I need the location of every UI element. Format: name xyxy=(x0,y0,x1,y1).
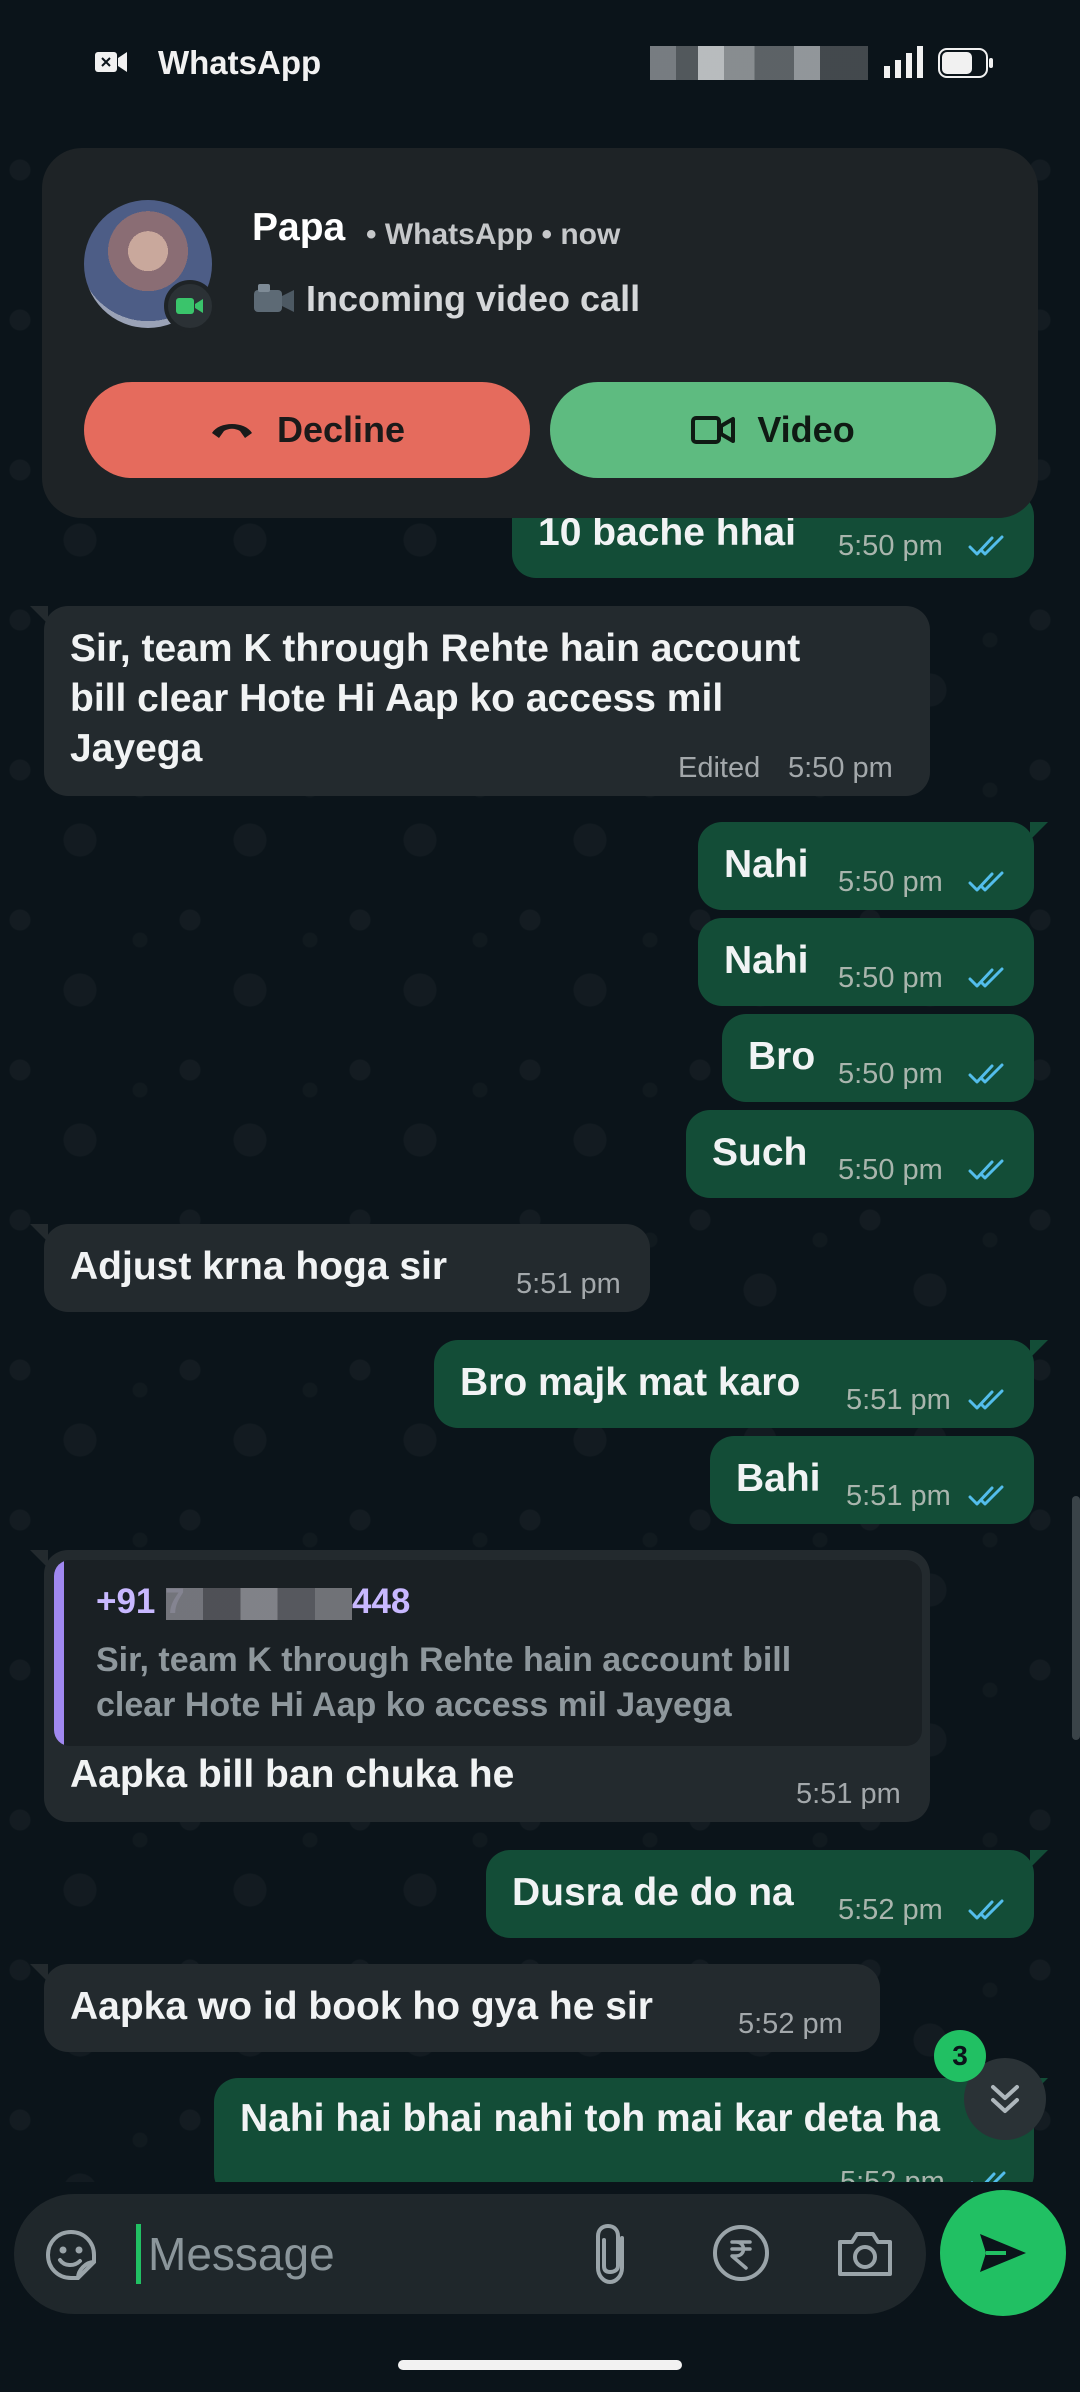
quote-sender-suffix: 448 xyxy=(352,1582,411,1621)
message-clip: Nahi hai bhai nahi toh mai kar deta ha 5… xyxy=(0,2078,1080,2182)
home-indicator[interactable] xyxy=(398,2360,682,2370)
video-badge-icon xyxy=(164,280,216,332)
paperclip-icon[interactable] xyxy=(586,2222,642,2286)
message-outgoing[interactable]: Bro majk mat karo 5:51 pm xyxy=(434,1340,1048,1428)
read-ticks-icon xyxy=(968,1063,1004,1084)
read-ticks-icon xyxy=(970,2171,1006,2182)
message-incoming[interactable]: Aapka wo id book ho gya he sir 5:52 pm xyxy=(30,1964,880,2052)
message-incoming[interactable]: Sir, team K through Rehte hain account b… xyxy=(30,606,930,796)
video-camera-emoji-icon xyxy=(254,284,294,312)
scrollbar-thumb[interactable] xyxy=(1072,1496,1080,1740)
message-time: 5:51 pm xyxy=(846,1384,951,1416)
message-time: 5:51 pm xyxy=(516,1268,621,1300)
unread-count-badge: 3 xyxy=(934,2030,986,2082)
status-app-name: WhatsApp xyxy=(158,44,322,81)
message-time: 5:52 pm xyxy=(840,2166,945,2182)
notification-body-text: Incoming video call xyxy=(306,278,641,319)
message-time: 5:51 pm xyxy=(846,1480,951,1512)
status-bar: WhatsApp xyxy=(0,0,1080,130)
message-text: Nahi xyxy=(724,939,809,982)
decline-button[interactable]: Decline xyxy=(84,382,530,478)
incoming-call-notification[interactable]: Papa • WhatsApp • now Incoming video cal… xyxy=(42,148,1038,518)
message-line: bill clear Hote Hi Aap ko access mil xyxy=(70,677,724,720)
text-caret xyxy=(136,2224,141,2284)
message-text: Bahi xyxy=(736,1457,821,1500)
notification-meta: • WhatsApp • now xyxy=(366,218,621,251)
message-text: Aapka bill ban chuka he xyxy=(70,1753,515,1796)
message-outgoing[interactable]: Nahi 5:50 pm xyxy=(698,918,1034,1006)
camera-icon[interactable] xyxy=(836,2226,894,2280)
quote-sender-redacted xyxy=(166,1588,352,1620)
quote-line: clear Hote Hi Aap ko access mil Jayega xyxy=(96,1686,732,1724)
message-time: 5:52 pm xyxy=(738,2008,843,2040)
caller-name: Papa xyxy=(252,206,346,249)
signal-icon xyxy=(884,46,923,78)
video-icon xyxy=(691,416,736,444)
send-icon xyxy=(980,2234,1026,2272)
notification-body: Incoming video call xyxy=(252,278,640,320)
read-ticks-icon xyxy=(968,871,1004,892)
video-call-status-icon xyxy=(95,52,127,72)
message-text: Aapka wo id book ho gya he sir xyxy=(70,1985,653,2028)
message-text: Bro majk mat karo xyxy=(460,1361,801,1404)
status-icons-blurred xyxy=(650,46,868,80)
message-text: Adjust krna hoga sir xyxy=(70,1245,448,1288)
message-text: Dusra de do na xyxy=(512,1871,794,1914)
message-time: 5:50 pm xyxy=(838,1058,943,1090)
message-outgoing[interactable]: Nahi hai bhai nahi toh mai kar deta ha 5… xyxy=(214,2078,1048,2182)
video-label: Video xyxy=(757,409,855,450)
read-ticks-icon xyxy=(968,1485,1004,1506)
message-time: 5:52 pm xyxy=(838,1894,943,1926)
accept-video-button[interactable]: Video xyxy=(550,382,996,478)
message-composer[interactable] xyxy=(14,2194,926,2314)
battery-icon xyxy=(938,48,993,78)
message-time: 5:51 pm xyxy=(796,1778,901,1810)
message-time: 5:50 pm xyxy=(838,962,943,994)
sticker-icon[interactable] xyxy=(44,2228,98,2282)
double-chevron-down-icon xyxy=(991,2085,1019,2113)
message-text: Such xyxy=(712,1131,808,1174)
quote-accent-bar xyxy=(54,1560,64,1746)
message-text: Nahi xyxy=(724,843,809,886)
message-outgoing[interactable]: Bro 5:50 pm xyxy=(722,1014,1034,1102)
quote-line: Sir, team K through Rehte hain account b… xyxy=(96,1641,792,1679)
read-ticks-icon xyxy=(968,535,1004,556)
edited-label: Edited xyxy=(678,752,761,784)
read-ticks-icon xyxy=(968,967,1004,988)
message-incoming[interactable]: Adjust krna hoga sir 5:51 pm xyxy=(30,1224,650,1312)
message-outgoing[interactable]: Nahi 5:50 pm xyxy=(698,822,1048,910)
message-time: 5:50 pm xyxy=(838,530,943,562)
message-time: 5:50 pm xyxy=(838,866,943,898)
message-outgoing[interactable]: Dusra de do na 5:52 pm xyxy=(486,1850,1048,1938)
rupee-icon[interactable] xyxy=(712,2224,770,2282)
message-text: Nahi hai bhai nahi toh mai kar deta ha xyxy=(240,2097,940,2140)
read-ticks-icon xyxy=(968,1389,1004,1410)
hang-up-icon xyxy=(211,424,252,438)
message-time: 5:50 pm xyxy=(838,1154,943,1186)
message-time: 5:50 pm xyxy=(788,752,893,784)
message-text: Bro xyxy=(748,1035,816,1078)
read-ticks-icon xyxy=(968,1899,1004,1920)
message-incoming-reply[interactable]: +91 7 448 Sir, team K through Rehte hain… xyxy=(30,1550,930,1822)
decline-label: Decline xyxy=(276,409,406,450)
message-outgoing[interactable]: Bahi 5:51 pm xyxy=(710,1436,1034,1524)
message-outgoing[interactable]: Such 5:50 pm xyxy=(686,1110,1034,1198)
message-input[interactable] xyxy=(148,2218,568,2290)
message-line: Jayega xyxy=(70,727,203,770)
message-line: Sir, team K through Rehte hain account xyxy=(70,627,801,670)
quoted-message[interactable]: +91 7 448 Sir, team K through Rehte hain… xyxy=(54,1560,922,1746)
send-button[interactable] xyxy=(940,2190,1066,2316)
read-ticks-icon xyxy=(968,1159,1004,1180)
